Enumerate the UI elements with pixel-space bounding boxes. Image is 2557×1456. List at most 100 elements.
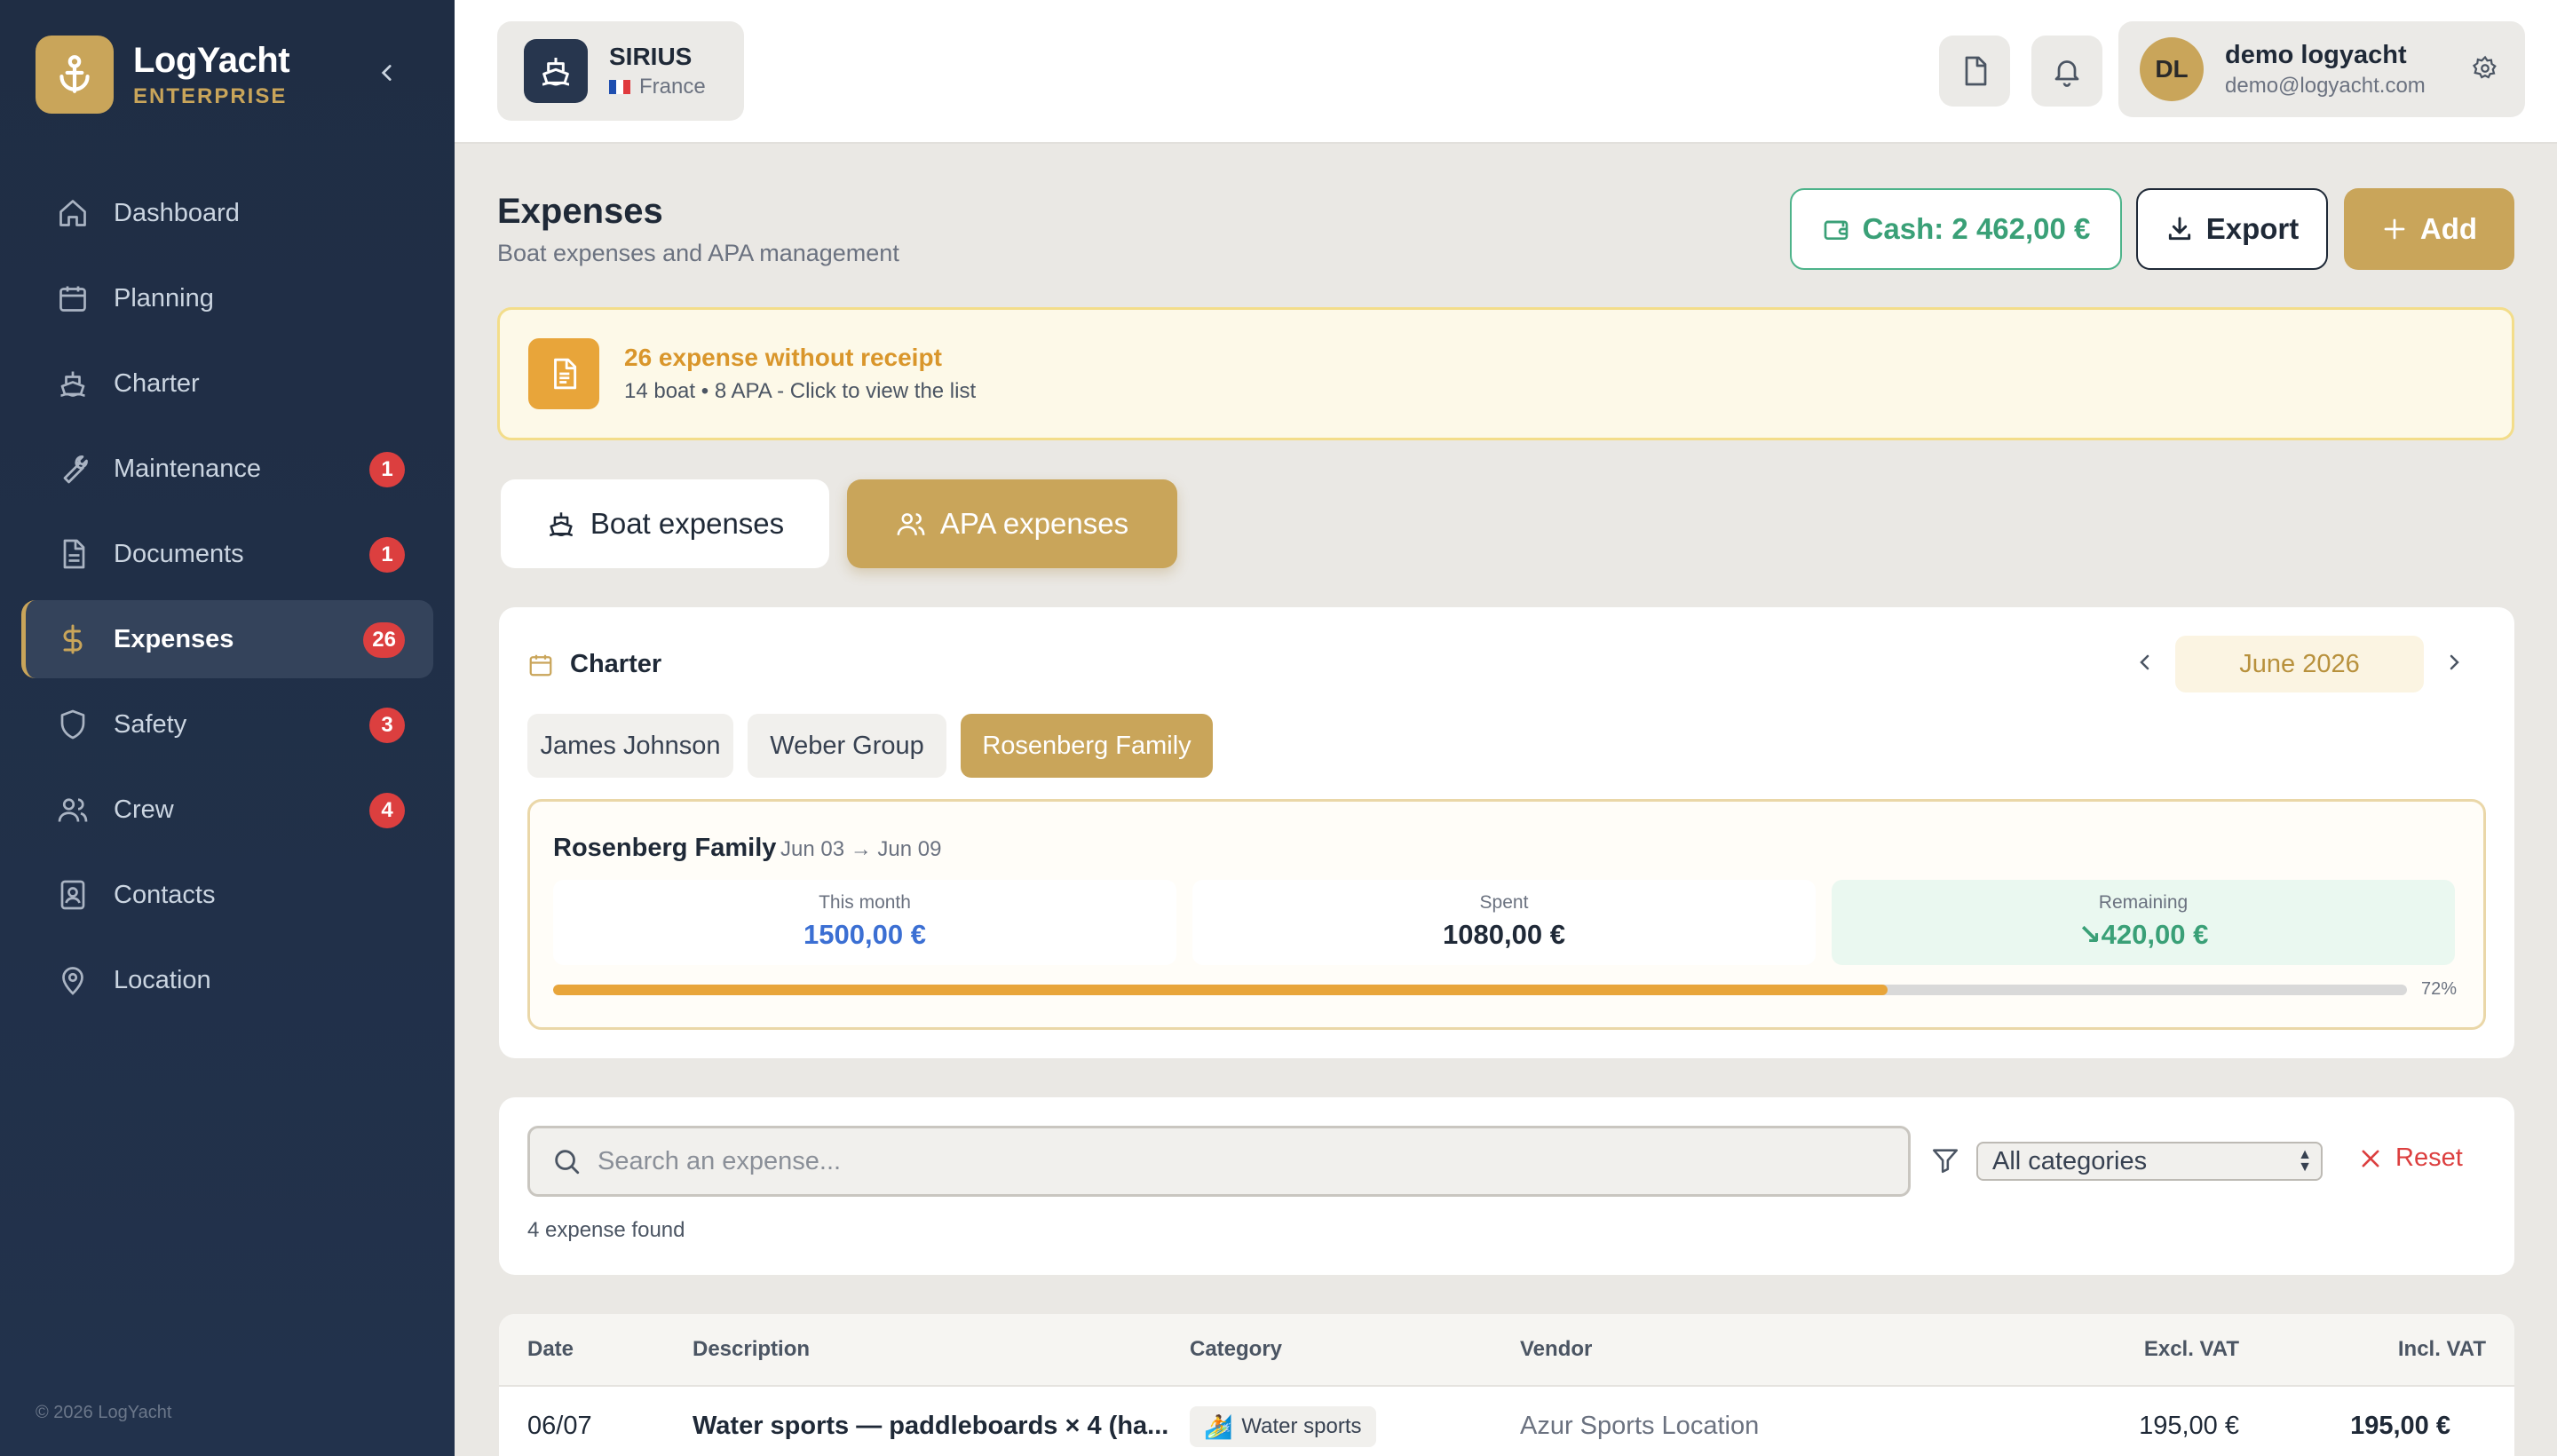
search-icon xyxy=(555,1150,580,1175)
stat-spent: Spent 1080,00 € xyxy=(1192,880,1816,965)
notification-badge: 1 xyxy=(369,452,405,487)
sidebar-item-documents[interactable]: Documents 1 xyxy=(21,515,433,593)
cash-label: Cash: 2 462,00 € xyxy=(1862,212,2091,245)
charter-chip[interactable]: Rosenberg Family xyxy=(961,714,1213,778)
cell-date: 06/07 xyxy=(527,1412,592,1440)
sidebar-item-maintenance[interactable]: Maintenance 1 xyxy=(21,430,433,508)
notification-badge: 1 xyxy=(369,537,405,573)
column-header-incl-vat[interactable]: Incl. VAT xyxy=(2300,1337,2486,1362)
avatar: DL xyxy=(2140,37,2204,101)
add-label: Add xyxy=(2419,212,2478,245)
gear-icon[interactable] xyxy=(2472,55,2500,83)
sidebar-item-location[interactable]: Location xyxy=(21,941,433,1019)
tab-boat-expenses[interactable]: Boat expenses xyxy=(501,479,829,568)
notifications-button[interactable] xyxy=(2031,36,2102,107)
user-name: demo logyacht xyxy=(2225,40,2407,69)
cell-incl-vat: 195,00 € xyxy=(2350,1412,2450,1440)
close-icon xyxy=(2362,1150,2379,1167)
column-header-vendor[interactable]: Vendor xyxy=(1520,1337,1592,1362)
expenses-table: Date Description Category Vendor Excl. V… xyxy=(499,1314,2514,1456)
user-menu[interactable]: DL demo logyacht demo@logyacht.com xyxy=(2118,21,2525,117)
plus-icon xyxy=(2384,218,2405,240)
category-badge: 🏄 Water sports xyxy=(1190,1406,1376,1447)
stat-label: This month xyxy=(819,892,911,913)
brand[interactable]: LogYacht ENTERPRISE xyxy=(36,36,290,114)
charter-chip[interactable]: Weber Group xyxy=(748,714,946,778)
boat-country: France xyxy=(639,75,706,99)
sidebar-item-label: Location xyxy=(114,965,211,994)
reset-button[interactable]: Reset xyxy=(2358,1143,2463,1173)
calendar-icon xyxy=(529,654,552,676)
sidebar-item-expenses[interactable]: Expenses 26 xyxy=(21,600,433,678)
export-button[interactable]: Export xyxy=(2136,188,2328,270)
stat-label: Spent xyxy=(1479,892,1529,913)
page-title: Expenses xyxy=(497,192,663,231)
france-flag-icon xyxy=(609,80,630,94)
chevron-left-icon[interactable] xyxy=(2127,645,2163,680)
cell-vendor: Azur Sports Location xyxy=(1520,1412,1760,1440)
column-header-date[interactable]: Date xyxy=(527,1337,574,1362)
brand-edition: ENTERPRISE xyxy=(133,83,288,108)
chevron-right-icon[interactable] xyxy=(2436,645,2472,680)
cell-excl-vat: 195,00 € xyxy=(2139,1412,2239,1440)
notification-badge: 3 xyxy=(369,708,405,743)
stat-remaining: Remaining ↘420,00 € xyxy=(1832,880,2455,965)
documents-button[interactable] xyxy=(1939,36,2010,107)
sidebar-item-crew[interactable]: Crew 4 xyxy=(21,771,433,849)
category-select[interactable]: All categories ▲ ▼ xyxy=(1976,1142,2323,1181)
sidebar-item-contacts[interactable]: Contacts xyxy=(21,856,433,934)
ship-icon xyxy=(550,512,573,537)
surfer-icon: 🏄 xyxy=(1204,1412,1233,1440)
home-icon xyxy=(55,195,91,231)
users-icon xyxy=(897,513,925,535)
sidebar-item-label: Planning xyxy=(114,283,214,313)
sidebar: LogYacht ENTERPRISE Dashboard Planning C… xyxy=(0,0,455,1456)
dollar-icon xyxy=(55,621,91,657)
file-icon xyxy=(1965,56,1987,86)
receipt-icon xyxy=(528,338,599,409)
sidebar-item-label: Documents xyxy=(114,539,244,568)
charter-card: Charter June 2026 James Johnson Weber Gr… xyxy=(499,607,2514,1058)
column-header-category[interactable]: Category xyxy=(1190,1337,1282,1362)
chevron-left-icon[interactable] xyxy=(373,59,401,87)
users-icon xyxy=(55,792,91,827)
add-button[interactable]: Add xyxy=(2344,188,2514,270)
missing-receipt-alert[interactable]: 26 expense without receipt 14 boat • 8 A… xyxy=(497,307,2514,440)
cash-button[interactable]: Cash: 2 462,00 € xyxy=(1790,188,2122,270)
search-input[interactable] xyxy=(598,1146,1841,1176)
stat-this-month: This month 1500,00 € xyxy=(553,880,1176,965)
map-pin-icon xyxy=(55,962,91,998)
table-row[interactable]: 06/07 Water sports — paddleboards × 4 (h… xyxy=(499,1389,2514,1456)
tab-apa-expenses[interactable]: APA expenses xyxy=(847,479,1177,568)
stat-label: Remaining xyxy=(2098,892,2189,913)
bell-icon xyxy=(2054,60,2079,87)
sidebar-item-safety[interactable]: Safety 3 xyxy=(21,685,433,764)
reset-label: Reset xyxy=(2395,1143,2463,1172)
wrench-icon xyxy=(55,451,91,487)
column-header-excl-vat[interactable]: Excl. VAT xyxy=(2053,1337,2239,1362)
calendar-icon xyxy=(55,281,91,316)
stat-value: 1500,00 € xyxy=(804,919,926,950)
column-header-description[interactable]: Description xyxy=(693,1337,810,1362)
month-selector[interactable]: June 2026 xyxy=(2175,636,2424,692)
category-select-value: All categories xyxy=(1992,1146,2148,1175)
document-icon xyxy=(55,536,91,572)
boat-name: SIRIUS xyxy=(609,43,693,70)
alert-title: 26 expense without receipt xyxy=(624,344,942,371)
search-box[interactable] xyxy=(527,1126,1911,1197)
sidebar-item-charter[interactable]: Charter xyxy=(21,344,433,423)
budget-progress-fill xyxy=(553,985,1888,995)
category-badge-label: Water sports xyxy=(1241,1414,1362,1438)
cell-description: Water sports — paddleboards × 4 (ha... xyxy=(693,1412,1169,1440)
select-arrows-icon: ▲ ▼ xyxy=(2298,1147,2312,1175)
tab-label: Boat expenses xyxy=(590,507,785,540)
top-header: SIRIUS France DL demo logyacht demo@logy… xyxy=(455,0,2557,144)
stat-value: ↘420,00 € xyxy=(2078,919,2209,950)
notification-badge: 4 xyxy=(369,793,405,828)
sidebar-item-planning[interactable]: Planning xyxy=(21,259,433,337)
boat-selector[interactable]: SIRIUS France xyxy=(497,21,744,121)
sidebar-item-dashboard[interactable]: Dashboard xyxy=(21,174,433,252)
sidebar-item-label: Dashboard xyxy=(114,198,240,227)
charter-chip[interactable]: James Johnson xyxy=(527,714,733,778)
results-count: 4 expense found xyxy=(527,1218,685,1242)
